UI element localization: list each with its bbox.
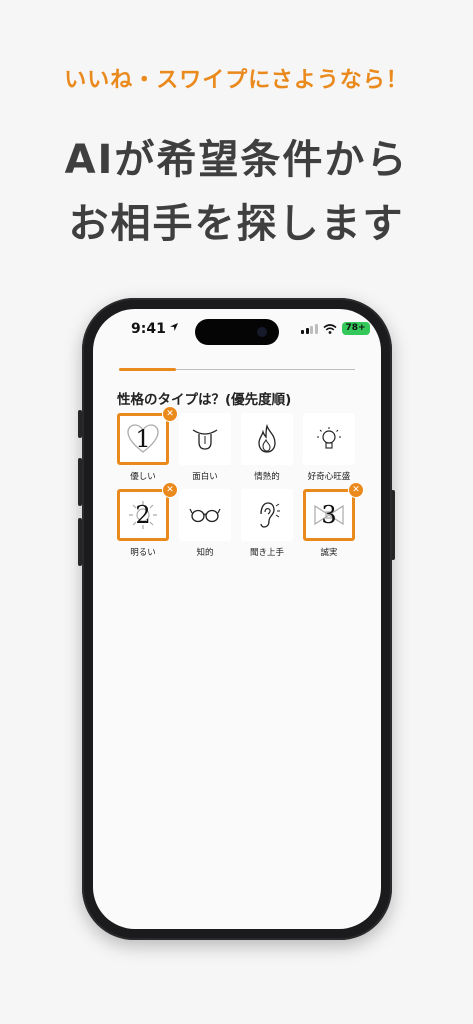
question-title: 性格のタイプは？(優先度順) [117, 392, 292, 408]
option-intellectual[interactable]: 知的 [179, 489, 231, 567]
rank-number: 1 [135, 425, 151, 453]
lightbulb-icon [317, 427, 341, 449]
deselect-close-icon[interactable]: ✕ [162, 406, 178, 422]
phone-frame: 9:41 78+ 性格のタイプは？(優先度順) 1 ✕ 優しい 面白い 情熱的 … [82, 298, 392, 940]
headline: AIが希望条件から お相手を探します [0, 128, 473, 256]
option-tile[interactable]: 2 [117, 489, 169, 541]
dynamic-island [195, 319, 279, 345]
option-tile[interactable]: 1 [117, 413, 169, 465]
status-indicators: 78+ [301, 322, 370, 335]
option-tile[interactable]: 3 [303, 489, 355, 541]
option-good-listener[interactable]: 聞き上手 [241, 489, 293, 567]
progress-bar-fill [119, 368, 176, 371]
option-label: 誠実 [320, 548, 338, 558]
option-tile[interactable] [241, 413, 293, 465]
option-label: 明るい [130, 548, 156, 558]
option-tile[interactable] [303, 413, 355, 465]
deselect-close-icon[interactable]: ✕ [162, 482, 178, 498]
option-tile[interactable] [179, 413, 231, 465]
tongue-face-icon [192, 429, 218, 450]
option-curious[interactable]: 好奇心旺盛 [303, 413, 355, 491]
deselect-close-icon[interactable]: ✕ [348, 482, 364, 498]
wifi-icon [322, 323, 337, 334]
option-tile[interactable] [241, 489, 293, 541]
option-funny[interactable]: 面白い [179, 413, 231, 491]
option-bright[interactable]: 2 ✕ 明るい [117, 482, 178, 567]
option-label: 聞き上手 [249, 548, 284, 558]
cellular-signal-icon [301, 323, 318, 334]
phone-screen: 9:41 78+ 性格のタイプは？(優先度順) 1 ✕ 優しい 面白い 情熱的 … [93, 309, 381, 929]
location-arrow-icon [170, 323, 178, 331]
rank-number: 3 [321, 501, 337, 529]
status-time: 9:41 [131, 321, 166, 337]
flame-icon [258, 424, 276, 453]
headline-line-2: お相手を探します [68, 201, 405, 247]
progress-bar [119, 368, 355, 371]
option-tile[interactable] [179, 489, 231, 541]
option-label: 優しい [130, 472, 156, 482]
option-passionate[interactable]: 情熱的 [241, 413, 293, 491]
headline-line-1: AIが希望条件から [64, 137, 409, 183]
option-sincere[interactable]: 3 ✕ 誠実 [303, 482, 364, 567]
option-kind[interactable]: 1 ✕ 優しい [117, 406, 178, 491]
glasses-icon [189, 508, 221, 523]
battery-indicator: 78+ [341, 322, 370, 335]
option-label: 情熱的 [254, 472, 280, 482]
tagline: いいね・スワイプにさようなら！ [64, 68, 409, 93]
ear-icon [260, 502, 280, 528]
rank-number: 2 [135, 501, 151, 529]
option-label: 知的 [196, 548, 214, 558]
option-label: 好奇心旺盛 [307, 472, 351, 482]
option-label: 面白い [192, 472, 218, 482]
